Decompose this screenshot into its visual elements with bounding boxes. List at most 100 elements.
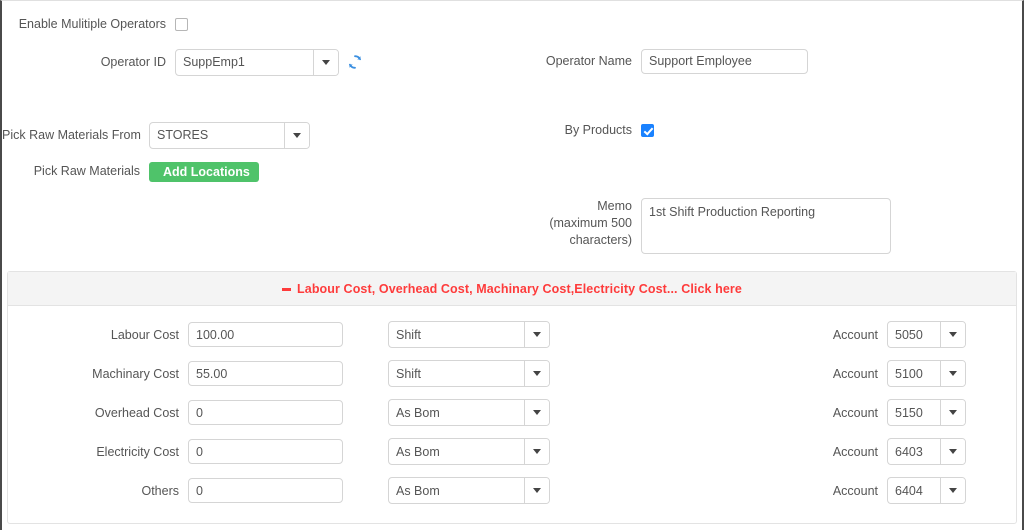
account-value: 5150 xyxy=(895,405,923,420)
operator-id-group: Operator ID SuppEmp1 xyxy=(2,48,522,76)
by-products-checkbox[interactable] xyxy=(641,123,654,137)
cost-mode-value: Shift xyxy=(396,366,422,381)
pick-raw-materials-group: Pick Raw Materials Add Locations xyxy=(2,161,522,182)
account-dropdown-button[interactable] xyxy=(940,361,965,386)
account-value: 6404 xyxy=(895,483,923,498)
enable-multiple-operators-label: Enable Mulitiple Operators xyxy=(18,17,166,31)
cost-label: Machinary Cost xyxy=(92,366,179,381)
operator-id-label: Operator ID xyxy=(100,54,166,69)
cost-mode-dropdown-button[interactable] xyxy=(524,361,549,386)
row-memo: Memo (maximum 500 characters) xyxy=(2,182,1022,254)
account-select[interactable]: 5100 xyxy=(887,360,966,387)
cost-label: Labour Cost xyxy=(110,327,179,342)
cost-mode-select[interactable]: As Bom xyxy=(388,438,550,465)
memo-label-line2: (maximum 500 xyxy=(549,215,632,230)
account-label: Account xyxy=(832,366,878,381)
cost-amount-input[interactable] xyxy=(188,400,343,425)
operator-id-field: Operator ID SuppEmp1 xyxy=(2,48,522,76)
operator-id-value: SuppEmp1 xyxy=(183,55,245,70)
chevron-down-icon xyxy=(533,488,541,493)
cost-panel-header[interactable]: Labour Cost, Overhead Cost, Machinary Co… xyxy=(8,272,1016,306)
account-select[interactable]: 6404 xyxy=(887,477,966,504)
chevron-down-icon xyxy=(533,410,541,415)
pick-raw-materials-from-field: Pick Raw Materials From STORES xyxy=(2,121,522,149)
pick-raw-materials-from-group: Pick Raw Materials From STORES xyxy=(2,121,522,149)
cost-label: Electricity Cost xyxy=(96,444,179,459)
row-pick-materials: Pick Raw Materials From STORES By Produc… xyxy=(2,76,1022,149)
account-dropdown-button[interactable] xyxy=(940,439,965,464)
cost-mode-select[interactable]: As Bom xyxy=(388,477,550,504)
form-page: Enable Mulitiple Operators Operator ID S… xyxy=(0,0,1024,530)
chevron-down-icon xyxy=(949,332,957,337)
chevron-down-icon xyxy=(533,332,541,337)
cost-row: Others As Bom Account 6404 xyxy=(8,471,1016,510)
memo-label-line1: Memo xyxy=(597,198,632,213)
by-products-label: By Products xyxy=(564,122,632,137)
row-add-locations: Pick Raw Materials Add Locations xyxy=(2,149,1022,182)
pick-raw-materials-from-label: Pick Raw Materials From xyxy=(2,127,141,142)
account-value: 5050 xyxy=(895,327,923,342)
pick-raw-materials-from-select[interactable]: STORES xyxy=(149,121,310,149)
memo-textarea[interactable] xyxy=(641,197,891,254)
enable-multiple-operators-checkbox[interactable] xyxy=(175,17,188,31)
cost-amount-input[interactable] xyxy=(188,322,343,347)
cost-panel: Labour Cost, Overhead Cost, Machinary Co… xyxy=(7,271,1017,524)
cost-panel-header-inner: Labour Cost, Overhead Cost, Machinary Co… xyxy=(282,282,742,296)
chevron-down-icon xyxy=(533,371,541,376)
cost-mode-dropdown-button[interactable] xyxy=(524,400,549,425)
pick-raw-materials-from-value: STORES xyxy=(157,128,209,143)
cost-row: Machinary Cost Shift Account 5100 xyxy=(8,354,1016,393)
cost-amount-input[interactable] xyxy=(188,478,343,503)
cost-mode-select[interactable]: Shift xyxy=(388,360,550,387)
cost-label: Overhead Cost xyxy=(94,405,179,420)
cost-label: Others xyxy=(141,483,179,498)
operator-name-label: Operator Name xyxy=(545,53,632,68)
cost-row: Labour Cost Shift Account 5050 xyxy=(8,315,1016,354)
account-label: Account xyxy=(832,327,878,342)
enable-multiple-operators-field: Enable Mulitiple Operators xyxy=(2,16,522,33)
cost-panel-header-text: Labour Cost, Overhead Cost, Machinary Co… xyxy=(297,281,742,296)
account-label: Account xyxy=(832,444,878,459)
cost-row: Electricity Cost As Bom Account 6403 xyxy=(8,432,1016,471)
memo-group: Memo (maximum 500 characters) xyxy=(522,197,1022,254)
cost-mode-dropdown-button[interactable] xyxy=(524,478,549,503)
account-value: 6403 xyxy=(895,444,923,459)
cost-amount-input[interactable] xyxy=(188,361,343,386)
account-dropdown-button[interactable] xyxy=(940,478,965,503)
cost-mode-value: Shift xyxy=(396,327,422,342)
refresh-icon[interactable] xyxy=(347,54,363,70)
operator-name-group: Operator Name xyxy=(522,48,1022,74)
chevron-down-icon xyxy=(293,132,301,138)
pick-raw-materials-label: Pick Raw Materials xyxy=(33,164,140,179)
account-select[interactable]: 5150 xyxy=(887,399,966,426)
operator-name-input[interactable] xyxy=(641,48,808,74)
chevron-down-icon xyxy=(949,488,957,493)
memo-field: Memo (maximum 500 characters) xyxy=(522,197,1022,254)
account-value: 5100 xyxy=(895,366,923,381)
account-select[interactable]: 6403 xyxy=(887,438,966,465)
account-dropdown-button[interactable] xyxy=(940,400,965,425)
enable-multiple-operators-group: Enable Mulitiple Operators xyxy=(2,16,522,33)
cost-mode-dropdown-button[interactable] xyxy=(524,439,549,464)
operator-id-dropdown-button[interactable] xyxy=(313,49,338,75)
account-label: Account xyxy=(832,483,878,498)
cost-mode-select[interactable]: As Bom xyxy=(388,399,550,426)
operator-id-select[interactable]: SuppEmp1 xyxy=(175,48,339,76)
chevron-down-icon xyxy=(322,59,330,65)
operator-name-field: Operator Name xyxy=(522,48,1022,74)
pick-raw-materials-from-dropdown-button[interactable] xyxy=(284,122,309,148)
row-enable-multiple-operators: Enable Mulitiple Operators xyxy=(2,1,1022,33)
by-products-field: By Products xyxy=(522,122,1022,139)
memo-label-line3: characters) xyxy=(569,232,632,247)
row-operator: Operator ID SuppEmp1 Operator Name Suppo… xyxy=(2,33,1022,76)
chevron-down-icon xyxy=(533,449,541,454)
pick-raw-materials-field: Pick Raw Materials Add Locations xyxy=(2,161,522,182)
account-select[interactable]: 5050 xyxy=(887,321,966,348)
cost-mode-dropdown-button[interactable] xyxy=(524,322,549,347)
add-locations-button[interactable]: Add Locations xyxy=(149,161,259,182)
cost-mode-value: As Bom xyxy=(396,405,440,420)
header-form-region: Enable Mulitiple Operators Operator ID S… xyxy=(2,1,1022,269)
cost-amount-input[interactable] xyxy=(188,439,343,464)
account-dropdown-button[interactable] xyxy=(940,322,965,347)
cost-mode-select[interactable]: Shift xyxy=(388,321,550,348)
